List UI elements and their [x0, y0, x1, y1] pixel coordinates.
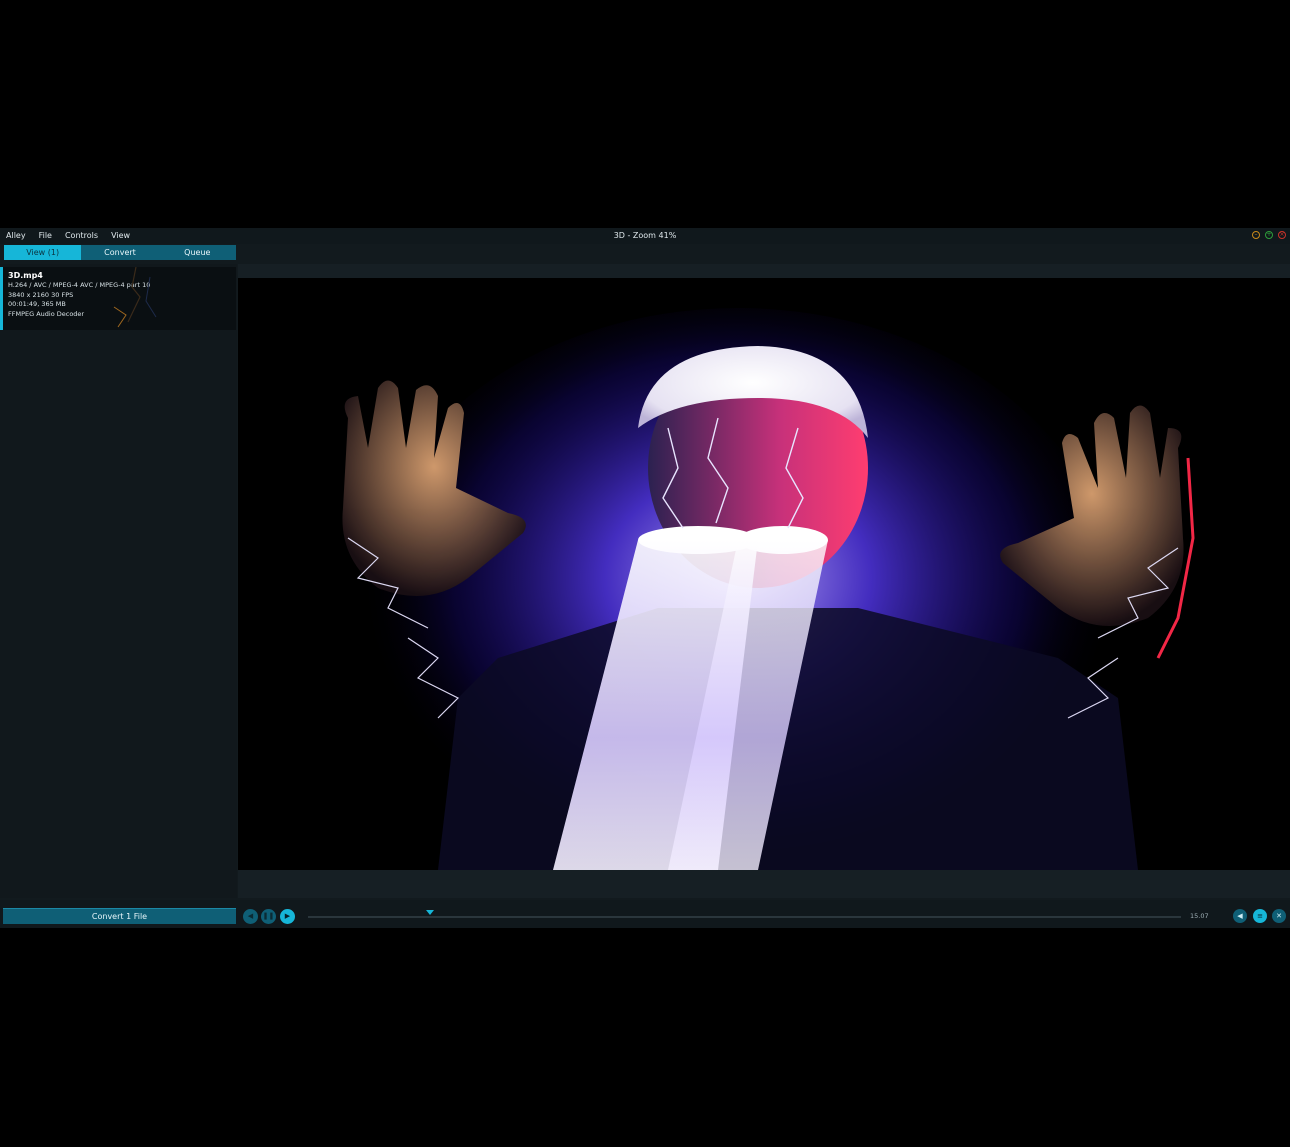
title-bar: 3D - Zoom 41% Alley File Controls View –…: [0, 228, 1290, 244]
menu-view[interactable]: View: [111, 228, 130, 244]
seek-bar[interactable]: [308, 916, 1181, 918]
minimize-icon[interactable]: –: [1252, 231, 1260, 239]
time-readout: 15.07: [1190, 912, 1209, 920]
volume-icon[interactable]: ◀: [1233, 909, 1247, 923]
thumbnail-image: [113, 267, 157, 328]
window-title: 3D - Zoom 41%: [613, 231, 677, 240]
list-icon[interactable]: ≡: [1253, 909, 1267, 923]
convert-button[interactable]: Convert 1 File: [3, 908, 236, 924]
tab-convert[interactable]: Convert: [81, 245, 158, 260]
fullscreen-icon[interactable]: ✕: [1272, 909, 1286, 923]
pause-icon[interactable]: ❚❚: [261, 909, 276, 924]
video-image: [238, 278, 1290, 870]
menu-alley[interactable]: Alley: [6, 228, 26, 244]
file-list-panel: 3D.mp4 H.264 / AVC / MPEG-4 AVC / MPEG-4…: [0, 264, 237, 898]
playback-controls: Convert 1 File ◀ ❚❚ ▶ 15.07 ◀ ≡ ✕: [0, 900, 1290, 928]
play-icon[interactable]: ▶: [280, 909, 295, 924]
menu-bar: Alley File Controls View: [6, 228, 143, 244]
mode-tabs: View (1) Convert Queue: [4, 245, 236, 260]
viewer-top-strip: [238, 264, 1290, 278]
maximize-icon[interactable]: +: [1265, 231, 1273, 239]
menu-controls[interactable]: Controls: [65, 228, 98, 244]
window-controls: – + ×: [1252, 231, 1286, 239]
tab-queue[interactable]: Queue: [159, 245, 236, 260]
menu-file[interactable]: File: [39, 228, 52, 244]
tab-view[interactable]: View (1): [4, 245, 82, 260]
media-app-window: 3D - Zoom 41% Alley File Controls View –…: [0, 228, 1290, 928]
skip-back-icon[interactable]: ◀: [243, 909, 258, 924]
viewer-bottom-strip: [238, 870, 1290, 898]
close-icon[interactable]: ×: [1278, 231, 1286, 239]
file-list-item[interactable]: 3D.mp4 H.264 / AVC / MPEG-4 AVC / MPEG-4…: [0, 267, 236, 330]
seek-handle[interactable]: [426, 910, 435, 915]
video-frame[interactable]: [238, 278, 1290, 870]
